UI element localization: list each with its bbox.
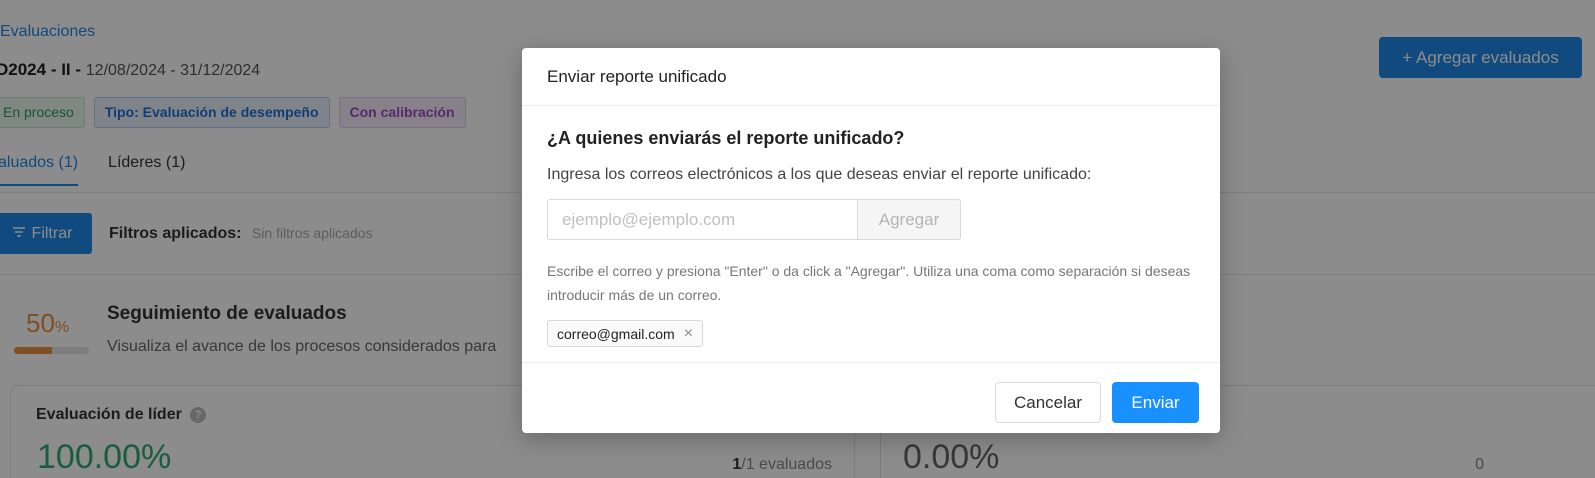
email-input-group: Agregar (547, 199, 961, 240)
email-chip-label: correo@gmail.com (557, 325, 675, 342)
close-icon[interactable]: × (684, 325, 693, 343)
send-report-modal: Enviar reporte unificado ¿A quienes envi… (522, 48, 1220, 433)
modal-header: Enviar reporte unificado (522, 48, 1220, 106)
add-email-button[interactable]: Agregar (857, 199, 961, 240)
cancel-button[interactable]: Cancelar (995, 382, 1101, 423)
modal-instruction: Ingresa los correos electrónicos a los q… (547, 166, 1092, 183)
email-hint: Escribe el correo y presiona "Enter" o d… (547, 263, 1191, 303)
send-button[interactable]: Enviar (1112, 382, 1199, 423)
modal-question: ¿A quienes enviarás el reporte unificado… (547, 128, 905, 148)
modal-footer-divider (522, 362, 1220, 363)
email-input[interactable] (547, 199, 857, 240)
modal-title: Enviar reporte unificado (547, 66, 727, 86)
email-chip: correo@gmail.com × (547, 320, 704, 347)
